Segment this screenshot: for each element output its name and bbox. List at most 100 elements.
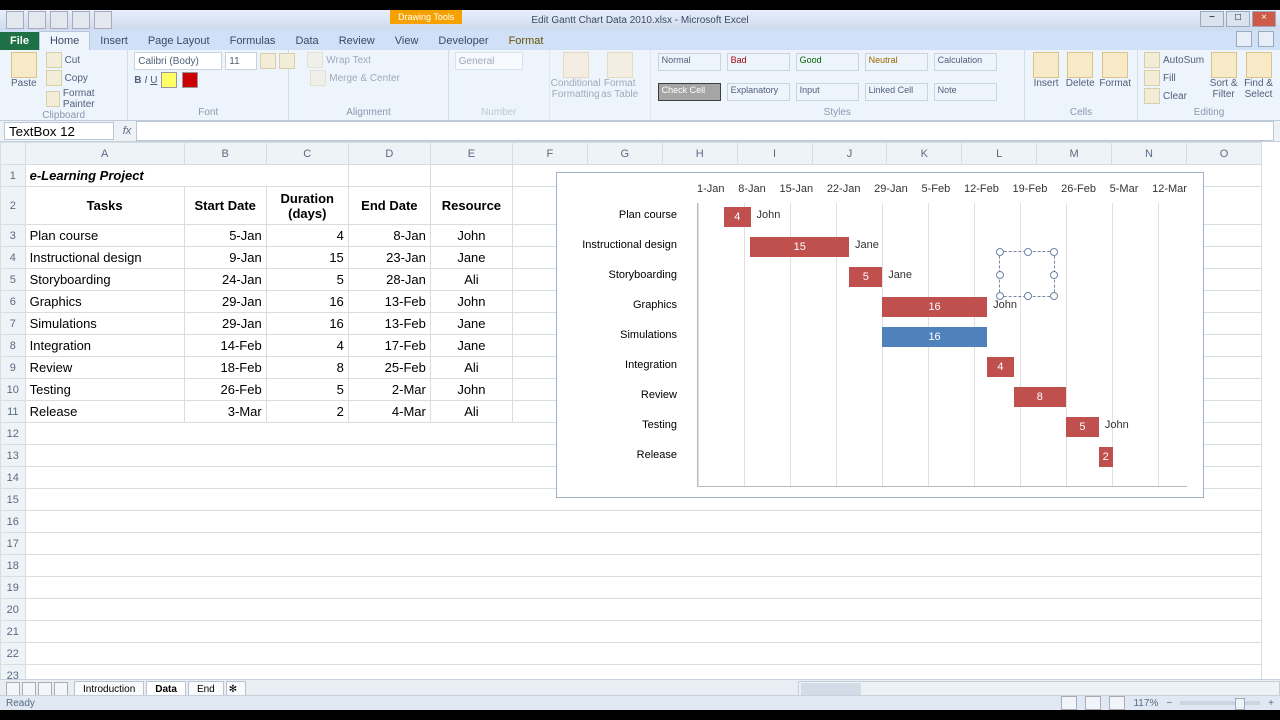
gantt-bar[interactable]: 15 — [750, 237, 849, 257]
fill-color-button[interactable] — [161, 72, 177, 88]
tab-review[interactable]: Review — [329, 32, 385, 50]
quick-access-toolbar — [0, 11, 118, 29]
grow-font-icon[interactable] — [260, 53, 276, 69]
x-tick: 29-Jan — [874, 183, 908, 201]
view-layout-icon[interactable] — [1085, 696, 1101, 710]
style-input[interactable]: Input — [796, 83, 859, 101]
clear-button[interactable]: Clear — [1144, 88, 1204, 104]
underline-button[interactable]: U — [150, 75, 157, 86]
style-check-cell[interactable]: Check Cell — [658, 83, 721, 101]
status-ready: Ready — [6, 698, 35, 709]
gantt-bar[interactable]: 16 — [882, 327, 987, 347]
tab-nav-next-icon[interactable] — [38, 682, 52, 696]
delete-cells-button[interactable]: Delete — [1065, 52, 1095, 89]
format-cells-button[interactable]: Format — [1099, 52, 1131, 89]
column-headers[interactable]: ABC DEF GHI JKL MNO — [1, 143, 1262, 165]
gantt-bar[interactable]: 2 — [1099, 447, 1113, 467]
gantt-bar-label: John — [1105, 419, 1129, 431]
chart-task-label: Storyboarding — [541, 269, 677, 281]
project-title[interactable]: e-Learning Project — [25, 165, 348, 187]
gantt-bar-label: Jane — [855, 239, 879, 251]
gantt-bar[interactable]: 5 — [1066, 417, 1099, 437]
sort-filter-button[interactable]: Sort & Filter — [1208, 52, 1239, 100]
style-neutral[interactable]: Neutral — [865, 53, 928, 71]
font-color-button[interactable] — [182, 72, 198, 88]
tab-file[interactable]: File — [0, 32, 39, 50]
find-select-button[interactable]: Find & Select — [1243, 52, 1274, 100]
style-good[interactable]: Good — [796, 53, 859, 71]
tab-developer[interactable]: Developer — [428, 32, 498, 50]
zoom-out-button[interactable]: − — [1166, 698, 1172, 709]
help-icon[interactable] — [1258, 31, 1274, 47]
group-label-editing: Editing — [1144, 107, 1274, 118]
copy-button[interactable]: Copy — [46, 70, 122, 86]
find-icon — [1246, 52, 1272, 78]
format-cells-icon — [1102, 52, 1128, 78]
x-tick: 1-Jan — [697, 183, 725, 201]
font-name-select[interactable]: Calibri (Body) — [134, 52, 222, 70]
minimize-button[interactable]: − — [1200, 11, 1224, 27]
tab-page-layout[interactable]: Page Layout — [138, 32, 220, 50]
x-tick: 12-Feb — [964, 183, 999, 201]
paste-button[interactable]: Paste — [6, 52, 42, 89]
excel-icon — [6, 11, 24, 29]
font-size-select[interactable]: 11 — [225, 52, 257, 70]
gantt-bar-label: Jane — [888, 269, 912, 281]
gantt-bar[interactable]: 5 — [849, 267, 882, 287]
autosum-button[interactable]: AutoSum — [1144, 52, 1204, 68]
gantt-chart[interactable]: 1-Jan8-Jan15-Jan22-Jan29-Jan5-Feb12-Feb1… — [556, 172, 1204, 498]
selected-textbox[interactable] — [999, 251, 1055, 297]
style-calculation[interactable]: Calculation — [934, 53, 997, 71]
style-normal[interactable]: Normal — [658, 53, 721, 71]
gantt-bar[interactable]: 4 — [987, 357, 1013, 377]
gantt-bar[interactable]: 8 — [1014, 387, 1067, 407]
gantt-bar[interactable]: 16 — [882, 297, 987, 317]
fill-button[interactable]: Fill — [1144, 70, 1204, 86]
merge-center-button[interactable]: Merge & Center — [310, 70, 400, 86]
format-as-table-button[interactable]: Format as Table — [600, 52, 640, 100]
conditional-formatting-button[interactable]: Conditional Formatting — [556, 52, 596, 100]
tab-view[interactable]: View — [385, 32, 429, 50]
tab-format[interactable]: Format — [499, 32, 554, 50]
style-explanatory[interactable]: Explanatory — [727, 83, 790, 101]
tab-data[interactable]: Data — [285, 32, 328, 50]
zoom-slider[interactable] — [1180, 701, 1260, 705]
cut-button[interactable]: Cut — [46, 52, 122, 68]
zoom-in-button[interactable]: + — [1268, 698, 1274, 709]
format-painter-button[interactable]: Format Painter — [46, 88, 122, 110]
gantt-bar-label: John — [993, 299, 1017, 311]
save-icon[interactable] — [28, 11, 46, 29]
tab-formulas[interactable]: Formulas — [220, 32, 286, 50]
view-break-icon[interactable] — [1109, 696, 1125, 710]
bold-button[interactable]: B — [134, 75, 141, 86]
tab-nav-prev-icon[interactable] — [22, 682, 36, 696]
formula-input[interactable] — [136, 121, 1274, 141]
chart-task-label: Testing — [541, 419, 677, 431]
undo-icon[interactable] — [50, 11, 68, 29]
minimize-ribbon-icon[interactable] — [1236, 31, 1252, 47]
select-all-button[interactable] — [1, 143, 26, 165]
gantt-bar[interactable]: 4 — [724, 207, 750, 227]
tab-insert[interactable]: Insert — [90, 32, 138, 50]
italic-button[interactable]: I — [145, 75, 148, 86]
tab-nav-last-icon[interactable] — [54, 682, 68, 696]
tab-nav-first-icon[interactable] — [6, 682, 20, 696]
close-button[interactable]: × — [1252, 11, 1276, 27]
style-note[interactable]: Note — [934, 83, 997, 101]
style-linked[interactable]: Linked Cell — [865, 83, 928, 101]
redo-icon[interactable] — [72, 11, 90, 29]
name-box[interactable] — [4, 122, 114, 140]
view-normal-icon[interactable] — [1061, 696, 1077, 710]
style-bad[interactable]: Bad — [727, 53, 790, 71]
delete-cells-icon — [1067, 52, 1093, 78]
chart-task-label: Release — [541, 449, 677, 461]
qat-more-icon[interactable] — [94, 11, 112, 29]
tab-home[interactable]: Home — [39, 31, 90, 50]
number-format-select[interactable]: General — [455, 52, 523, 70]
insert-cells-button[interactable]: Insert — [1031, 52, 1061, 89]
wrap-text-button[interactable]: Wrap Text — [307, 52, 371, 68]
fx-icon[interactable]: fx — [118, 125, 136, 137]
maximize-button[interactable]: □ — [1226, 11, 1250, 27]
x-tick: 19-Feb — [1013, 183, 1048, 201]
zoom-level[interactable]: 117% — [1133, 698, 1158, 709]
